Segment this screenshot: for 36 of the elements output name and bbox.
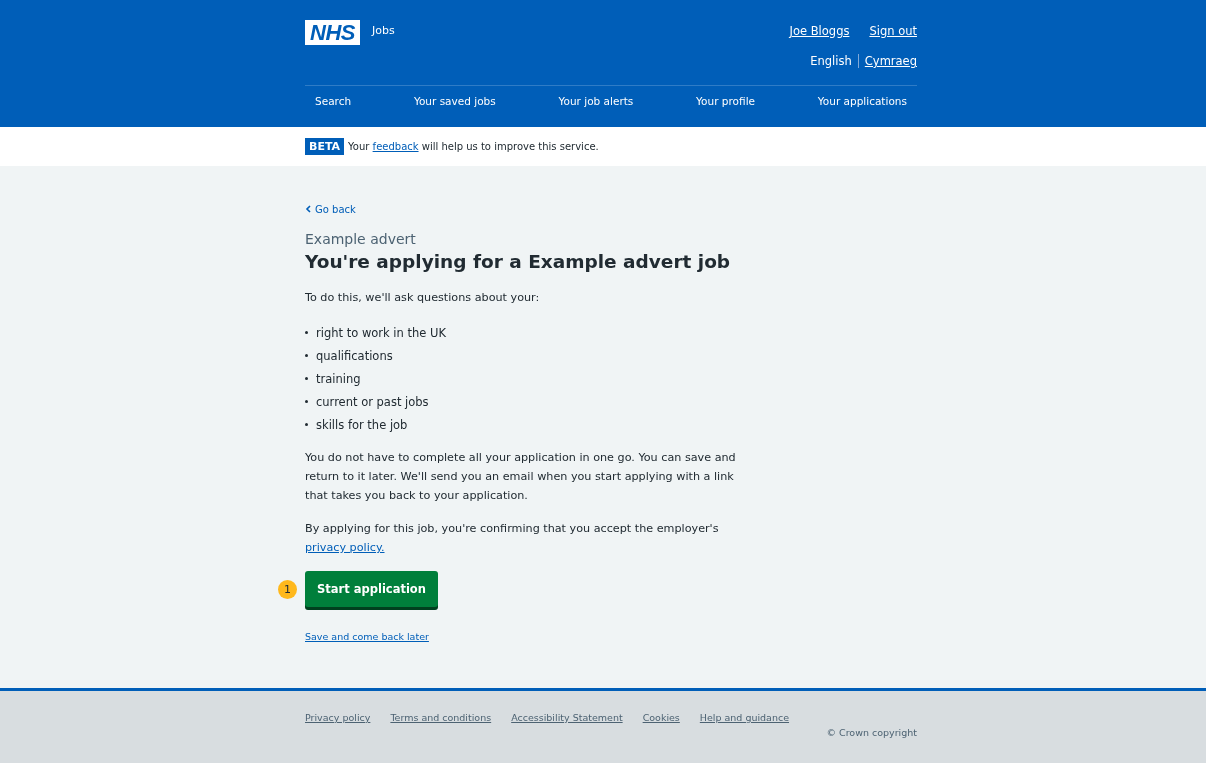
back-link[interactable]: Go back (305, 203, 356, 215)
step-marker: 1 (278, 580, 297, 599)
copyright-text: © Crown copyright (826, 727, 917, 738)
list-item: right to work in the UK (305, 321, 745, 344)
nav-link[interactable]: Your saved jobs (413, 95, 496, 107)
intro-text: To do this, we'll ask questions about your: (305, 290, 541, 306)
language-link[interactable]: Cymraeg (864, 54, 917, 68)
nav-link[interactable]: Your profile (696, 95, 755, 107)
language-link[interactable]: English (810, 54, 852, 68)
list-item: current or past jobs (305, 390, 745, 413)
list-item: training (305, 367, 745, 390)
feedback-link[interactable]: feedback (372, 141, 419, 152)
nav-link[interactable]: Search (315, 95, 352, 107)
nav-link[interactable]: Your job alerts (558, 95, 634, 107)
footer-link[interactable]: Accessibility Statement (511, 712, 623, 723)
nav-link[interactable]: Your applications (817, 95, 907, 107)
info-paragraph: You do not have to complete all your application in one go. You can save and return to it later. We'll send you an email when you start applying with a link that takes you back to your application. (305, 450, 737, 504)
list-item: skills for the job (305, 413, 745, 436)
footer-link[interactable]: Cookies (642, 712, 680, 723)
account-link[interactable]: Sign out (869, 24, 917, 38)
list-item: qualifications (305, 344, 745, 367)
nhs-logo[interactable]: NHS (305, 20, 360, 45)
privacy-link[interactable]: privacy policy. (305, 541, 385, 554)
feedback-text: Your feedback will help us to improve this service. (348, 141, 599, 152)
page-title: You're applying for a Example advert job (305, 251, 732, 272)
footer-link[interactable]: Privacy policy (305, 712, 371, 723)
beta-tag: BETA (305, 138, 345, 155)
service-name: Jobs (371, 24, 395, 37)
start-application-button[interactable]: Start application (305, 571, 438, 607)
footer-link[interactable]: Terms and conditions (390, 712, 492, 723)
account-link[interactable]: Joe Bloggs (789, 24, 850, 38)
chevron-left-icon (305, 205, 311, 213)
save-link[interactable]: Save and come back later (305, 631, 429, 642)
page-caption: Example advert (305, 231, 417, 247)
consent-paragraph: By applying for this job, you're confirming that you accept the employer's privacy policy. (305, 521, 720, 556)
footer-link[interactable]: Help and guidance (699, 712, 790, 723)
